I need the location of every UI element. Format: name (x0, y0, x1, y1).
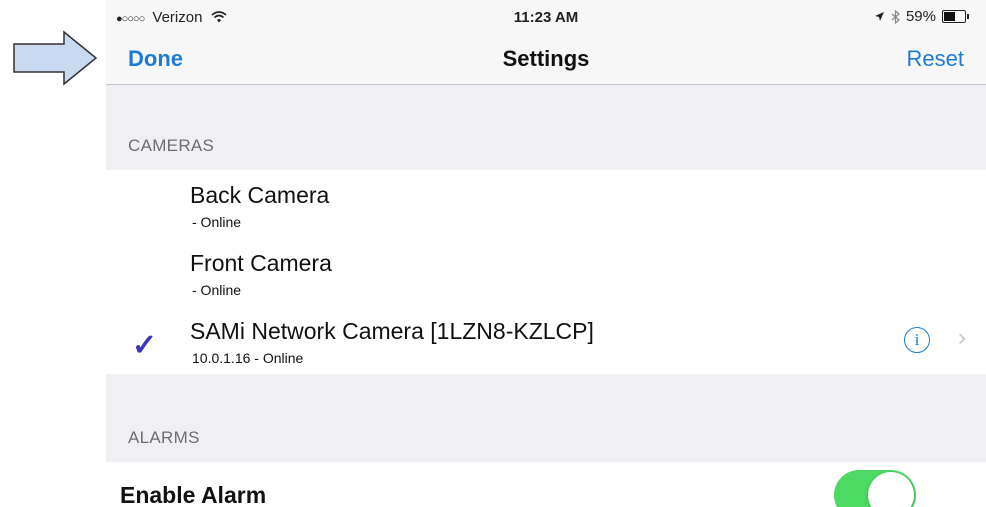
bluetooth-icon (891, 9, 900, 24)
page-title: Settings (502, 46, 590, 71)
battery-percent: 59% (905, 8, 936, 25)
cameras-section-header: CAMERAS (128, 136, 215, 155)
toggle-knob (868, 472, 914, 507)
camera-row-sami-network[interactable]: ✓ SAMi Network Camera [1LZN8-KZLCP] 10.0… (106, 306, 986, 374)
enable-alarm-toggle[interactable] (834, 470, 916, 507)
info-icon[interactable]: i (904, 327, 930, 353)
cameras-list: Back Camera - Online Front Camera - Onli… (106, 170, 986, 374)
alarms-section-header: ALARMS (128, 428, 200, 447)
navigation-bar: Done Settings Reset (106, 34, 986, 85)
checkmark-icon: ✓ (132, 329, 158, 362)
status-right: 59% (874, 8, 969, 25)
status-time: 11:23 AM (513, 9, 579, 26)
camera-status: - Online (192, 282, 242, 298)
reset-button[interactable]: Reset (907, 46, 964, 72)
enable-alarm-label: Enable Alarm (120, 482, 267, 507)
camera-status: - Online (192, 214, 242, 230)
annotation-arrow-icon (13, 30, 98, 86)
camera-name: Front Camera (190, 250, 332, 276)
camera-row-front[interactable]: Front Camera - Online (106, 238, 986, 306)
location-arrow-icon (874, 12, 884, 21)
battery-icon (942, 10, 969, 23)
camera-status: 10.0.1.16 - Online (192, 350, 304, 366)
alarms-list: Enable Alarm (106, 462, 986, 507)
status-bar: ●○○○○ Verizon 11:23 AM 59% (106, 0, 986, 34)
camera-name: SAMi Network Camera [1LZN8-KZLCP] (190, 318, 594, 344)
camera-name: Back Camera (190, 182, 330, 208)
chevron-right-icon[interactable]: › (958, 324, 966, 352)
phone-screen: ●○○○○ Verizon 11:23 AM 59% Done Settings… (106, 0, 986, 507)
camera-row-back[interactable]: Back Camera - Online (106, 170, 986, 238)
